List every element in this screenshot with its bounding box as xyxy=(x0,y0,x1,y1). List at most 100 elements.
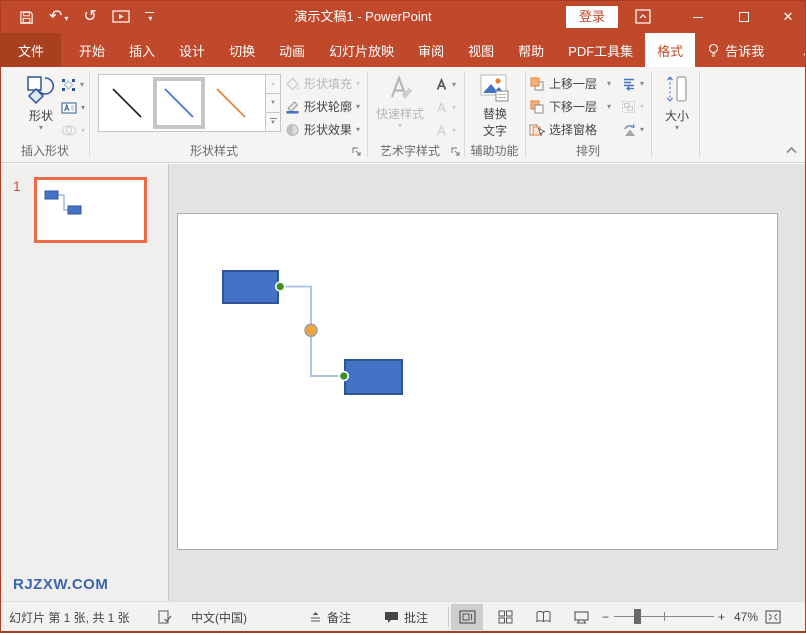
slide-thumbnail[interactable] xyxy=(34,177,147,243)
tab-home[interactable]: 开始 xyxy=(67,33,117,67)
merge-shapes-button[interactable]: ▾ xyxy=(61,120,85,141)
text-outline-button[interactable]: ▾ xyxy=(435,97,456,118)
tab-review[interactable]: 审阅 xyxy=(406,33,456,67)
zoom-slider-thumb[interactable] xyxy=(634,609,641,624)
slideshow-view-button[interactable] xyxy=(565,604,597,630)
shape-fill-icon xyxy=(285,77,300,91)
lightbulb-icon xyxy=(707,43,720,58)
workspace: 1 RJZXW.COM xyxy=(1,164,805,601)
rectangle-shape-1[interactable] xyxy=(222,270,279,304)
tab-share[interactable]: 共享 xyxy=(790,33,805,67)
rectangle-shape-2[interactable] xyxy=(344,359,403,395)
comments-button[interactable]: 批注 xyxy=(384,602,428,631)
align-icon xyxy=(621,77,636,91)
redo-icon[interactable]: ↺ xyxy=(83,9,96,25)
text-effects-button[interactable]: ▾ xyxy=(435,120,456,141)
tab-design[interactable]: 设计 xyxy=(167,33,217,67)
alt-text-button[interactable]: 替换 文字 xyxy=(469,73,521,139)
edit-shape-button[interactable]: ▾ xyxy=(61,74,84,95)
shape-style-option-orange[interactable] xyxy=(205,77,257,129)
undo-button[interactable]: ↶ ▾ xyxy=(49,8,68,26)
group-label-shape-styles: 形状样式 xyxy=(189,144,238,158)
connector-adjust-handle[interactable] xyxy=(304,323,318,338)
text-box-icon xyxy=(61,101,77,115)
slide-thumbnail-panel: 1 RJZXW.COM xyxy=(1,164,169,601)
zoom-in-button[interactable]: + xyxy=(718,602,725,631)
slide-counter: 幻灯片 第 1 张, 共 1 张 xyxy=(9,610,130,625)
shape-style-option-black[interactable] xyxy=(101,77,153,129)
gallery-scroll-down-icon[interactable]: ▼ xyxy=(265,94,281,113)
align-button[interactable]: ▾ xyxy=(621,73,644,94)
text-outline-icon xyxy=(435,101,448,114)
save-icon[interactable] xyxy=(19,10,34,25)
tab-file[interactable]: 文件 xyxy=(1,33,62,67)
gallery-more-icon[interactable]: ▼ xyxy=(265,113,281,132)
zoom-out-button[interactable]: − xyxy=(602,602,609,631)
selection-pane-button[interactable]: 选择窗格 xyxy=(529,119,597,140)
statusbar-divider xyxy=(448,607,449,627)
shape-outline-button[interactable]: 形状轮廓 ▾ xyxy=(285,96,360,117)
start-from-beginning-icon[interactable] xyxy=(112,10,130,24)
slide-sorter-view-button[interactable] xyxy=(489,604,521,630)
collapse-ribbon-icon[interactable] xyxy=(785,146,798,154)
size-button[interactable]: 大小 ▾ xyxy=(657,73,697,132)
tab-format[interactable]: 格式 xyxy=(645,33,696,67)
shape-effects-button[interactable]: 形状效果 ▾ xyxy=(285,119,360,140)
shape-styles-dialog-launcher-icon[interactable] xyxy=(351,146,363,158)
notes-button[interactable]: 备注 xyxy=(309,602,351,631)
quick-styles-icon xyxy=(384,73,416,103)
zoom-level[interactable]: 47% xyxy=(734,602,758,631)
slide-sorter-icon xyxy=(498,610,512,624)
shape-outline-icon xyxy=(285,100,300,114)
tab-animations[interactable]: 动画 xyxy=(267,33,317,67)
group-label-wordart: 艺术字样式 xyxy=(379,144,440,158)
text-fill-button[interactable]: ▾ xyxy=(435,74,456,95)
accessibility-checker-icon[interactable] xyxy=(157,602,172,631)
language-indicator[interactable]: 中文(中国) xyxy=(191,602,247,631)
quick-styles-button[interactable]: 快速样式 ▾ xyxy=(371,73,429,130)
gallery-scroll-up-icon[interactable]: ▲ xyxy=(265,74,281,94)
customize-quick-access-icon[interactable]: ▾ xyxy=(144,11,154,23)
notes-icon xyxy=(309,611,322,623)
tab-tell-me[interactable]: 告诉我 xyxy=(695,33,776,67)
tab-slideshow[interactable]: 幻灯片放映 xyxy=(317,33,406,67)
normal-view-button[interactable] xyxy=(451,604,483,630)
minimize-button[interactable] xyxy=(681,1,715,33)
tab-view[interactable]: 视图 xyxy=(456,33,506,67)
maximize-button[interactable] xyxy=(727,1,761,33)
close-button[interactable]: ✕ xyxy=(771,1,805,33)
slide-canvas xyxy=(169,164,805,601)
powerpoint-window: ↶ ▾ ↺ ▾ 演示文稿1 - PowerPoint 登录 ✕ 文件 开始 插入 … xyxy=(0,0,806,633)
reading-view-button[interactable] xyxy=(527,604,559,630)
tab-help[interactable]: 帮助 xyxy=(506,33,556,67)
undo-dropdown-icon[interactable]: ▾ xyxy=(64,14,68,23)
shape-style-gallery xyxy=(98,74,266,132)
group-label-accessibility: 辅助功能 xyxy=(470,144,519,158)
shape-fill-button[interactable]: 形状填充 ▾ xyxy=(285,73,360,94)
group-objects-icon xyxy=(621,100,636,114)
group-objects-button[interactable]: ▾ xyxy=(621,96,644,117)
wordart-dialog-launcher-icon[interactable] xyxy=(450,146,462,158)
watermark: RJZXW.COM xyxy=(13,576,109,593)
shapes-button[interactable]: 形状 ▾ xyxy=(19,73,63,132)
shapes-icon xyxy=(25,73,57,105)
login-button[interactable]: 登录 xyxy=(566,6,619,28)
tab-pdf-tools[interactable]: PDF工具集 xyxy=(556,33,645,67)
slide[interactable] xyxy=(177,213,778,550)
fit-to-window-button[interactable] xyxy=(765,602,781,631)
text-box-button[interactable]: ▾ xyxy=(61,97,85,118)
merge-shapes-icon xyxy=(61,124,77,137)
slide-number: 1 xyxy=(13,178,21,194)
elbow-connector[interactable] xyxy=(178,214,777,549)
tab-transitions[interactable]: 切换 xyxy=(217,33,267,67)
ribbon: 形状 ▾ ▾ ▾ ▾ 插入形状 ▲ ▼ ▼ 形状填充 ▾ 形状轮廓 ▾ 形状效果… xyxy=(1,67,805,163)
send-backward-button[interactable]: 下移一层 ▾ xyxy=(529,96,611,117)
rotate-button[interactable]: ▾ xyxy=(621,119,644,140)
tab-insert[interactable]: 插入 xyxy=(117,33,167,67)
gallery-scroll: ▲ ▼ ▼ xyxy=(265,74,281,132)
send-backward-icon xyxy=(529,100,545,114)
bring-forward-button[interactable]: 上移一层 ▾ xyxy=(529,73,611,94)
zoom-slider[interactable] xyxy=(614,602,714,631)
ribbon-display-options-icon[interactable] xyxy=(635,9,651,24)
shape-style-option-blue-selected[interactable] xyxy=(153,77,205,129)
